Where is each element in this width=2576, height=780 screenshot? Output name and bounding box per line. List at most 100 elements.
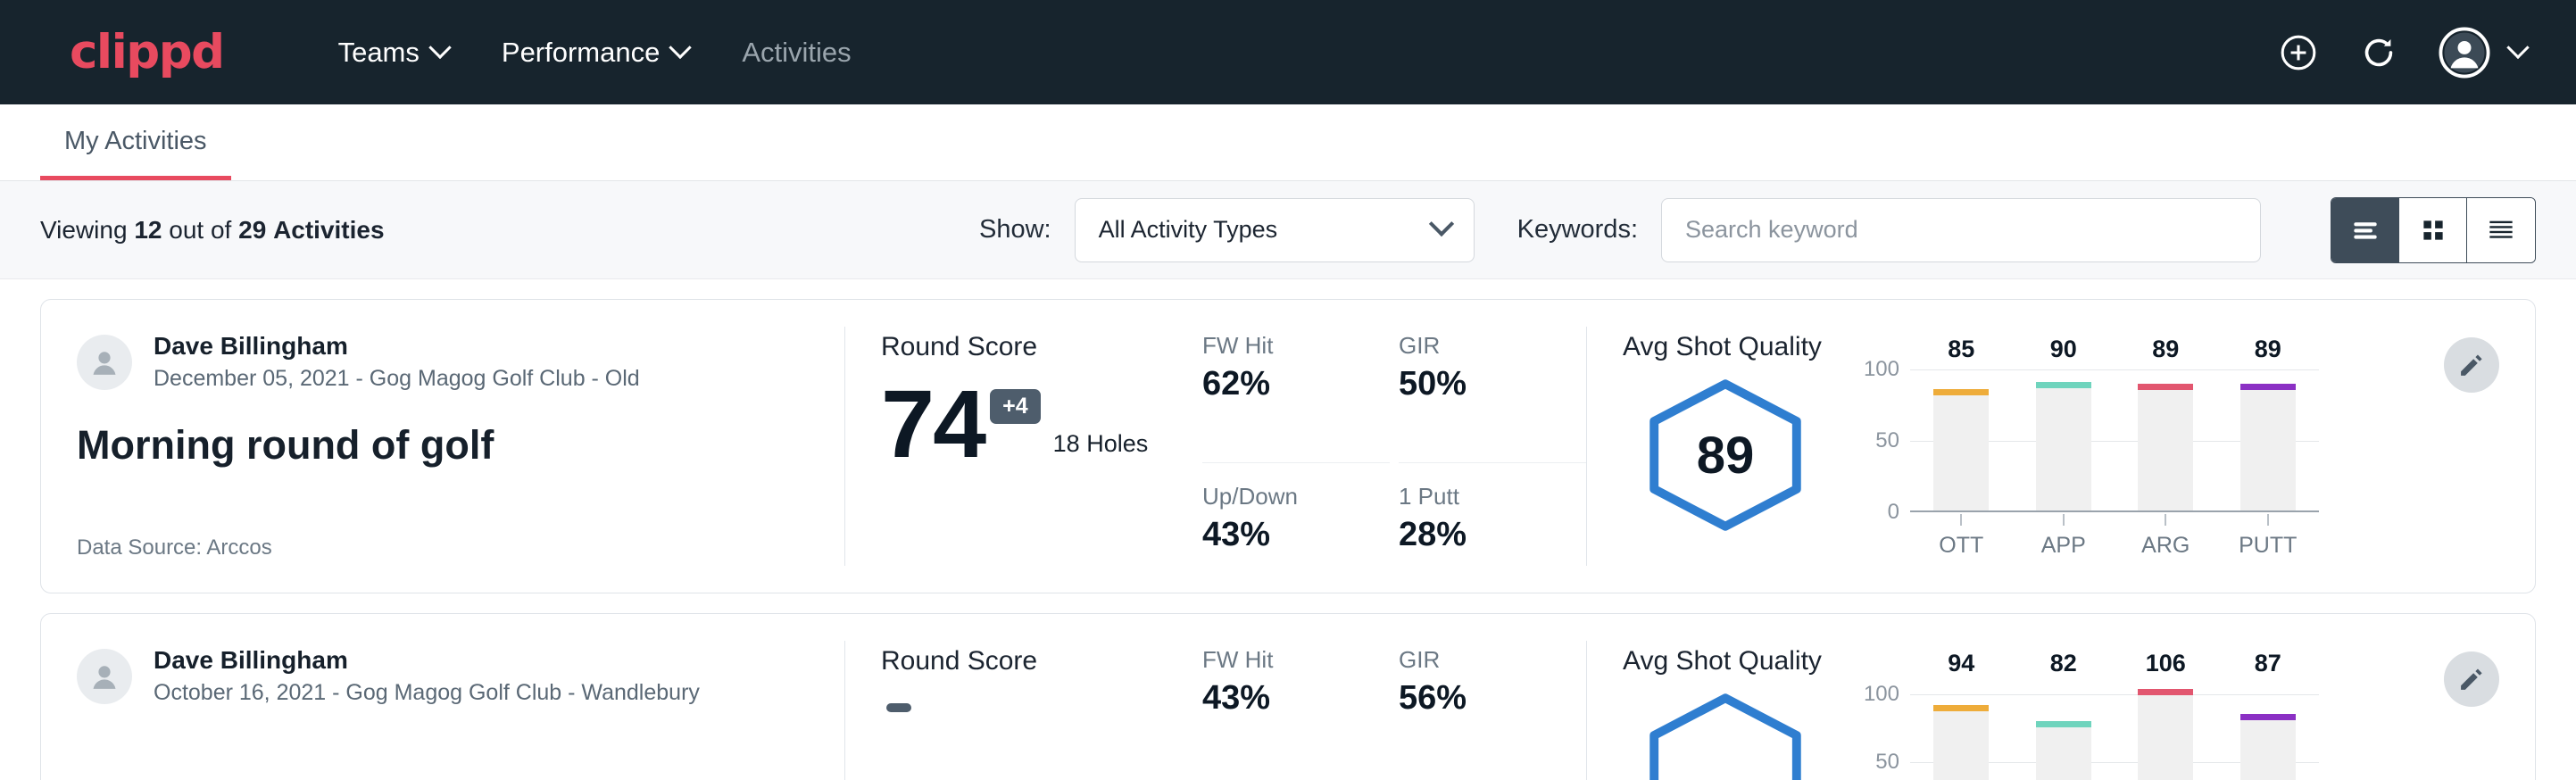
stat-value: 56% [1399, 679, 1559, 718]
edit-activity-button[interactable] [2444, 337, 2499, 393]
stat-value: 28% [1399, 516, 1559, 554]
holes-label: 18 Holes [1053, 430, 1149, 458]
bar-cap [2036, 382, 2091, 388]
nav-label-teams: Teams [338, 37, 420, 69]
tick-mark [2267, 514, 2269, 526]
activity-card[interactable]: Dave Billingham December 05, 2021 - Gog … [40, 299, 2536, 593]
view-toggle-grid[interactable] [2399, 198, 2467, 262]
bar-value: 106 [2146, 650, 2186, 685]
filter-bar: Viewing 12 out of 29 Activities Show: Al… [0, 181, 2576, 279]
chart-baseline [1910, 510, 2319, 512]
round-stats-grid: FW Hit 43% GIR 56% [1202, 614, 1586, 780]
y-tick-50: 50 [1875, 750, 1899, 775]
round-score-column: Round Score [845, 614, 1202, 780]
viewing-count-text: Viewing 12 out of 29 Activities [40, 216, 385, 245]
bar-app[interactable]: 82 [2013, 684, 2115, 780]
bar-putt[interactable]: 87 [2217, 684, 2320, 780]
x-label: APP [2041, 533, 2086, 559]
view-toggle-compact[interactable] [2467, 198, 2535, 262]
bar-rect [2036, 721, 2091, 780]
x-tick-app: APP [2013, 514, 2115, 559]
pencil-icon [2456, 350, 2487, 380]
activity-title: Morning round of golf [77, 422, 809, 469]
viewing-suffix: Activities [273, 216, 385, 244]
bar-putt[interactable]: 89 [2217, 369, 2320, 510]
quality-hexagon: 89 [1623, 369, 1828, 534]
author-name: Dave Billingham [154, 332, 640, 361]
x-label: OTT [1939, 533, 1983, 559]
shot-quality-bar-chart: 100 50 0 85 [1855, 369, 2319, 548]
score-delta-badge: +4 [990, 389, 1041, 424]
stat-key: FW Hit [1202, 332, 1363, 360]
person-icon [85, 343, 124, 382]
bar-value: 87 [2255, 650, 2281, 710]
chevron-down-icon [669, 36, 692, 58]
activity-data-source: Data Source: Arccos [77, 535, 809, 560]
add-circle-icon[interactable] [2278, 32, 2319, 73]
bar-value: 89 [2152, 336, 2179, 377]
nav-item-teams[interactable]: Teams [312, 24, 475, 81]
bar-rect [2240, 384, 2296, 510]
pencil-icon [2456, 664, 2487, 694]
search-input[interactable] [1661, 198, 2261, 262]
bar-rect [2240, 714, 2296, 780]
score-delta-badge [886, 703, 911, 712]
compact-view-icon [2484, 213, 2518, 247]
bar-value: 94 [1948, 650, 1974, 701]
bar-rect [1933, 705, 1989, 780]
stat-key: FW Hit [1202, 646, 1363, 674]
avg-shot-quality-column: Avg Shot Quality 89 100 50 0 [1587, 300, 2535, 593]
activity-card[interactable]: Dave Billingham October 16, 2021 - Gog M… [40, 613, 2536, 780]
viewing-middle: out of [169, 216, 231, 244]
bar-rect [2138, 689, 2193, 780]
avg-shot-quality-column: Avg Shot Quality 100 50 0 [1587, 614, 2535, 780]
activity-type-select[interactable]: All Activity Types [1075, 198, 1475, 262]
account-menu[interactable] [2439, 27, 2526, 79]
x-label: PUTT [2239, 533, 2297, 559]
chart-plot-area: 85 90 [1910, 369, 2319, 512]
stat-fw-hit: FW Hit 62% [1202, 332, 1390, 463]
bar-cap [2138, 384, 2193, 390]
bar-ott[interactable]: 94 [1910, 684, 2013, 780]
bar-arg[interactable]: 106 [2115, 684, 2217, 780]
chart-bars: 94 82 [1910, 684, 2319, 780]
author-name: Dave Billingham [154, 646, 700, 675]
viewing-prefix: Viewing [40, 216, 128, 244]
refresh-icon[interactable] [2358, 32, 2399, 73]
y-tick-100: 100 [1864, 682, 1899, 707]
x-tick-ott: OTT [1910, 514, 2013, 559]
round-score-label: Round Score [881, 332, 1202, 362]
bar-arg[interactable]: 89 [2115, 369, 2217, 510]
stat-gir: GIR 56% [1399, 646, 1586, 780]
bar-ott[interactable]: 85 [1910, 369, 2013, 510]
filter-controls: Show: All Activity Types Keywords: [979, 197, 2536, 263]
chevron-down-icon [1428, 211, 1453, 236]
chart-x-axis: OTT APP ARG PUTT [1910, 514, 2319, 559]
nav-actions [2278, 27, 2526, 79]
tab-bar: My Activities [0, 104, 2576, 181]
nav-item-activities[interactable]: Activities [715, 24, 877, 81]
bar-value: 82 [2050, 650, 2077, 718]
chevron-down-icon [2506, 36, 2529, 58]
quality-hexagon [1623, 684, 1828, 780]
edit-activity-button[interactable] [2444, 651, 2499, 707]
tab-my-activities[interactable]: My Activities [40, 127, 231, 180]
round-score-value: 74 [881, 378, 985, 470]
activity-meta: October 16, 2021 - Gog Magog Golf Club -… [154, 680, 700, 706]
bar-cap [2240, 384, 2296, 390]
bar-cap [2036, 721, 2091, 727]
nav-item-performance[interactable]: Performance [475, 24, 715, 81]
tick-mark [2063, 514, 2065, 526]
chart-bars: 85 90 [1910, 369, 2319, 510]
bar-app[interactable]: 90 [2013, 369, 2115, 510]
activity-author: Dave Billingham October 16, 2021 - Gog M… [77, 646, 809, 706]
nav-label-activities: Activities [742, 37, 851, 69]
quality-score-value: 89 [1697, 426, 1755, 485]
clippd-logo[interactable]: clippd [70, 25, 224, 79]
viewing-total: 29 [238, 216, 266, 244]
stat-value: 50% [1399, 365, 1559, 403]
bar-cap [2240, 714, 2296, 720]
stat-gir: GIR 50% [1399, 332, 1586, 463]
view-toggle-list[interactable] [2331, 198, 2399, 262]
bar-cap [1933, 389, 1989, 395]
